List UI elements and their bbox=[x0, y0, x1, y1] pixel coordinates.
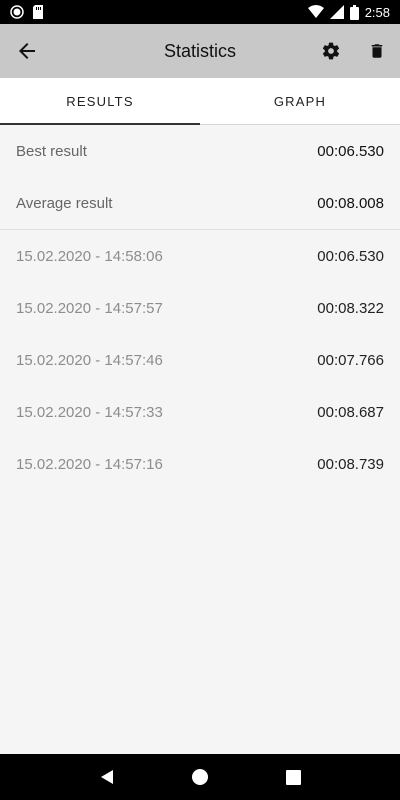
record-icon bbox=[10, 5, 24, 19]
delete-button[interactable] bbox=[354, 24, 400, 78]
average-result-row: Average result 00:08.008 bbox=[0, 177, 400, 229]
battery-icon bbox=[349, 4, 359, 20]
results-content: Best result 00:06.530 Average result 00:… bbox=[0, 125, 400, 754]
system-nav-bar bbox=[0, 754, 400, 800]
result-time: 00:07.766 bbox=[317, 351, 384, 369]
average-result-value: 00:08.008 bbox=[317, 194, 384, 212]
result-datetime: 15.02.2020 - 14:57:57 bbox=[16, 299, 163, 317]
tab-graph[interactable]: GRAPH bbox=[200, 78, 400, 124]
result-time: 00:08.739 bbox=[317, 455, 384, 473]
app-bar: Statistics bbox=[0, 24, 400, 78]
wifi-icon bbox=[307, 5, 324, 19]
gear-icon bbox=[322, 42, 340, 60]
square-recents-icon bbox=[285, 769, 301, 785]
result-time: 00:06.530 bbox=[317, 247, 384, 265]
circle-home-icon bbox=[191, 769, 208, 785]
result-datetime: 15.02.2020 - 14:57:46 bbox=[16, 351, 163, 369]
tab-bar: RESULTS GRAPH bbox=[0, 78, 400, 125]
results-list: 15.02.2020 - 14:58:06 00:06.530 15.02.20… bbox=[0, 230, 400, 490]
result-time: 00:08.687 bbox=[317, 403, 384, 421]
nav-recents-button[interactable] bbox=[273, 757, 313, 797]
trash-icon bbox=[371, 44, 383, 58]
settings-button[interactable] bbox=[308, 24, 354, 78]
tab-results[interactable]: RESULTS bbox=[0, 78, 200, 125]
sd-card-icon bbox=[32, 5, 44, 19]
nav-home-button[interactable] bbox=[180, 757, 220, 797]
arrow-back-icon bbox=[19, 43, 35, 59]
list-item[interactable]: 15.02.2020 - 14:57:46 00:07.766 bbox=[0, 334, 400, 386]
status-right: 2:58 bbox=[307, 4, 390, 20]
best-result-label: Best result bbox=[16, 142, 87, 160]
app-bar-actions bbox=[308, 24, 400, 78]
average-result-label: Average result bbox=[16, 194, 113, 212]
list-item[interactable]: 15.02.2020 - 14:57:57 00:08.322 bbox=[0, 282, 400, 334]
result-datetime: 15.02.2020 - 14:58:06 bbox=[16, 247, 163, 265]
status-left bbox=[10, 5, 44, 19]
list-item[interactable]: 15.02.2020 - 14:57:16 00:08.739 bbox=[0, 438, 400, 490]
list-item[interactable]: 15.02.2020 - 14:57:33 00:08.687 bbox=[0, 386, 400, 438]
best-result-value: 00:06.530 bbox=[317, 142, 384, 160]
result-datetime: 15.02.2020 - 14:57:16 bbox=[16, 455, 163, 473]
list-item[interactable]: 15.02.2020 - 14:58:06 00:06.530 bbox=[0, 230, 400, 282]
status-time: 2:58 bbox=[364, 4, 390, 20]
back-button[interactable] bbox=[0, 24, 54, 78]
nav-back-button[interactable] bbox=[87, 757, 127, 797]
best-result-row: Best result 00:06.530 bbox=[0, 125, 400, 177]
triangle-back-icon bbox=[100, 770, 113, 784]
result-datetime: 15.02.2020 - 14:57:33 bbox=[16, 403, 163, 421]
result-time: 00:08.322 bbox=[317, 299, 384, 317]
status-bar: 2:58 bbox=[0, 0, 400, 24]
summary-block: Best result 00:06.530 Average result 00:… bbox=[0, 125, 400, 229]
signal-icon bbox=[329, 5, 344, 19]
